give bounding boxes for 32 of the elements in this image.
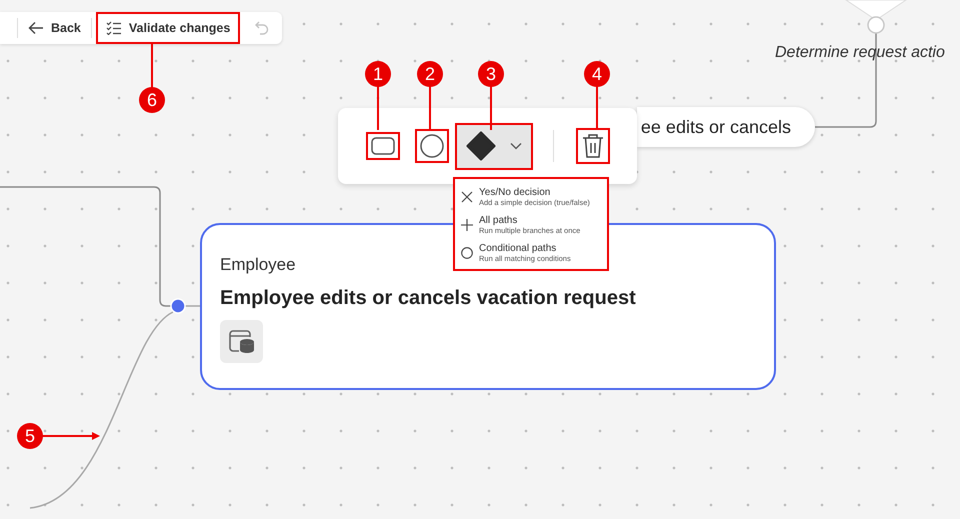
callout-number: 4 [584, 61, 610, 87]
callout-number: 6 [139, 87, 165, 113]
callout-line [377, 86, 379, 130]
rectangle-shape-button[interactable] [366, 132, 400, 160]
callout-arrow [42, 432, 100, 440]
connection-handle[interactable] [170, 298, 186, 314]
callout-line [490, 86, 492, 130]
card-subtitle: Employee [220, 255, 296, 275]
callout-line [151, 44, 153, 88]
validate-changes-button[interactable]: Validate changes [96, 12, 240, 44]
circle-shape-button[interactable] [415, 129, 449, 163]
decision-label: Determine request actio [775, 44, 945, 62]
chevron-down-icon [510, 142, 522, 150]
plus-icon [461, 219, 473, 231]
connector-line [185, 305, 200, 307]
callout-line [596, 86, 598, 130]
checklist-icon [106, 21, 122, 35]
step-node[interactable]: ee edits or cancels [637, 107, 815, 147]
callout-number: 2 [417, 61, 443, 87]
callout-number: 5 [17, 423, 43, 449]
callout-number: 1 [365, 61, 391, 87]
database-window-icon [220, 320, 263, 363]
back-arrow-icon [28, 21, 44, 35]
back-button[interactable]: Back [18, 12, 91, 44]
callout-number: 3 [478, 61, 504, 87]
diamond-icon [466, 131, 496, 161]
diamond-shape-dropdown[interactable] [455, 122, 533, 170]
circle-icon [461, 247, 473, 259]
delete-button[interactable] [576, 128, 610, 164]
callout-line [429, 86, 431, 130]
card-title: Employee edits or cancels vacation request [220, 287, 636, 310]
cross-icon [461, 191, 473, 203]
